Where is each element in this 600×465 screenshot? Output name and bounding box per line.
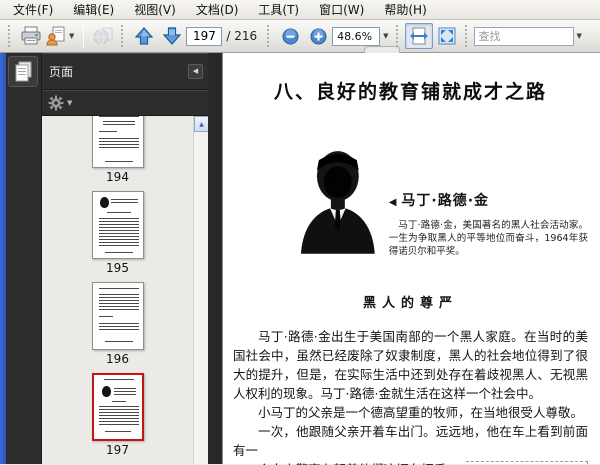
paragraph: 马丁·路德·金出生于美国南部的一个黑人家庭。在当时的美国社会中，虽然已经废除了奴… [233,329,588,401]
arrow-down-icon [163,27,182,45]
thumbnail-page-194[interactable] [91,116,144,168]
thumbnail-item-current[interactable]: 197 [91,373,144,457]
document-pane[interactable]: 八、良好的教育铺就成才之路 ◀ 马丁·路德·金 马丁·路德·金，美国著名的黑人社… [208,53,600,465]
thumbnail-label: 194 [106,170,129,184]
thumbnail-page-197-selected[interactable] [91,373,144,441]
find-box: ▼ [473,26,585,46]
fit-width-icon [409,27,428,45]
panel-header: 页面 ◀ [42,53,208,90]
toolbar-collapse-tab[interactable] [364,46,400,53]
thumbnail-item[interactable]: 196 [91,282,144,366]
figure-caption: ◀ 马丁·路德·金 马丁·路德·金，美国著名的黑人社会活动家。一生为争取黑人的平等… [389,190,588,258]
minus-circle-icon [282,28,299,44]
document-page: 八、良好的教育铺就成才之路 ◀ 马丁·路德·金 马丁·路德·金，美国著名的黑人社… [222,53,600,465]
paragraph: 一次，他跟随父亲开着车出门。远远地，他在车上看到前面有一 [233,424,588,458]
thumbnail-list: 194 195 196 197 ▲ [42,116,208,464]
share-document-icon [46,26,65,46]
menu-document[interactable]: 文档(D) [187,0,248,20]
next-page-button[interactable] [158,23,186,49]
thumbnail-scroll-content: 194 195 196 197 [42,116,193,464]
thumbnail-scrollbar[interactable]: ▲ [193,116,208,464]
find-input[interactable] [473,26,574,46]
toolbar-grip [464,25,470,47]
section-heading: 黑人的尊严 [362,296,458,311]
panel-collapse-button[interactable]: ◀ [188,63,203,79]
keyword-badge: 成长关键词 维护尊严 [466,461,588,465]
menu-file[interactable]: 文件(F) [4,0,62,20]
thumbnail-label: 195 [106,261,129,275]
panel-options-row: ▼ [42,90,208,116]
menu-bar: 文件(F) 编辑(E) 视图(V) 文档(D) 工具(T) 窗口(W) 帮助(H… [0,0,600,20]
thumbnail-label: 196 [106,352,129,366]
menu-window[interactable]: 窗口(W) [310,0,373,20]
menu-tools[interactable]: 工具(T) [249,0,308,20]
fit-page-button[interactable] [433,23,461,49]
share-caret-icon[interactable]: ▼ [66,32,77,40]
zoom-caret-icon[interactable]: ▼ [380,32,391,40]
zoom-level-combobox[interactable]: 48.6% [332,26,381,46]
collapse-left-icon: ◀ [192,67,199,75]
pages-panel: 页面 ◀ ▼ 194 195 196 197 ▲ [42,53,208,464]
figure-caption-title: ◀ 马丁·路德·金 [388,193,490,209]
zoom-out-button[interactable] [276,23,304,49]
page-number-input[interactable] [186,26,223,46]
printer-icon [21,26,41,45]
gear-icon[interactable] [48,95,64,111]
pages-icon [15,61,31,81]
figure: ◀ 马丁·路德·金 马丁·路德·金，美国著名的黑人社会活动家。一生为争取黑人的平等… [297,146,588,258]
pages-panel-button[interactable] [8,56,38,87]
previous-page-button[interactable] [130,23,158,49]
find-caret-icon[interactable]: ▼ [574,32,585,40]
body-text: 马丁·路德·金出生于美国南部的一个黑人家庭。在当时的美国社会中，虽然已经废除了奴… [233,327,588,465]
arrow-up-icon [135,27,154,45]
nav-panel-buttons [6,53,42,464]
page-total-label: / 216 [226,29,258,43]
options-caret-icon[interactable]: ▼ [67,99,72,107]
toolbar-grip [395,25,401,47]
page-title: 八、良好的教育铺就成才之路 [273,81,547,103]
martin-luther-king-photo [300,151,375,254]
collaborate-button-disabled [89,23,117,49]
globe-document-icon [93,27,113,45]
thumbnail-item[interactable]: 195 [91,191,144,275]
paragraph: 小马丁的父亲是一个德高望重的牧师，在当地很受人尊敬。 [258,405,584,420]
fit-width-button[interactable] [404,23,433,49]
thumbnail-page-195[interactable] [91,191,144,259]
panel-title: 页面 [49,64,74,79]
print-button[interactable] [17,23,45,49]
scroll-up-icon: ▲ [199,120,204,128]
email-share-button[interactable]: ▼ [45,23,78,49]
thumbnail-label: 197 [106,443,129,457]
pdf-reader-window: 文件(F) 编辑(E) 视图(V) 文档(D) 工具(T) 窗口(W) 帮助(H… [0,0,600,465]
content-area: 页面 ◀ ▼ 194 195 196 197 ▲ 八、良好的教育铺就成才之路 ◀… [0,53,600,465]
fit-page-icon [438,27,456,45]
plus-circle-icon [310,28,327,44]
toolbar-separator [83,24,85,48]
menu-view[interactable]: 视图(V) [125,0,185,20]
paragraph-with-badge: 成长关键词 维护尊严 个白人警察在朝着他们这辆车招手。顿时，他心里一紧，他经常听… [233,460,588,465]
menu-help[interactable]: 帮助(H) [375,0,435,20]
toolbar: ▼ / 216 [0,20,600,53]
caption-marker-icon: ◀ [388,197,398,208]
scrollbar-up-button[interactable]: ▲ [194,116,208,132]
toolbar-grip [8,25,13,47]
thumbnail-page-196[interactable] [91,282,144,350]
figure-caption-text: 马丁·路德·金，美国著名的黑人社会活动家。一生为争取黑人的平等地位而奋斗，196… [388,220,588,257]
toolbar-grip [267,25,272,47]
zoom-in-button[interactable] [304,23,332,49]
menu-edit[interactable]: 编辑(E) [64,0,123,20]
toolbar-grip [121,25,126,47]
thumbnail-item[interactable]: 194 [91,116,144,184]
